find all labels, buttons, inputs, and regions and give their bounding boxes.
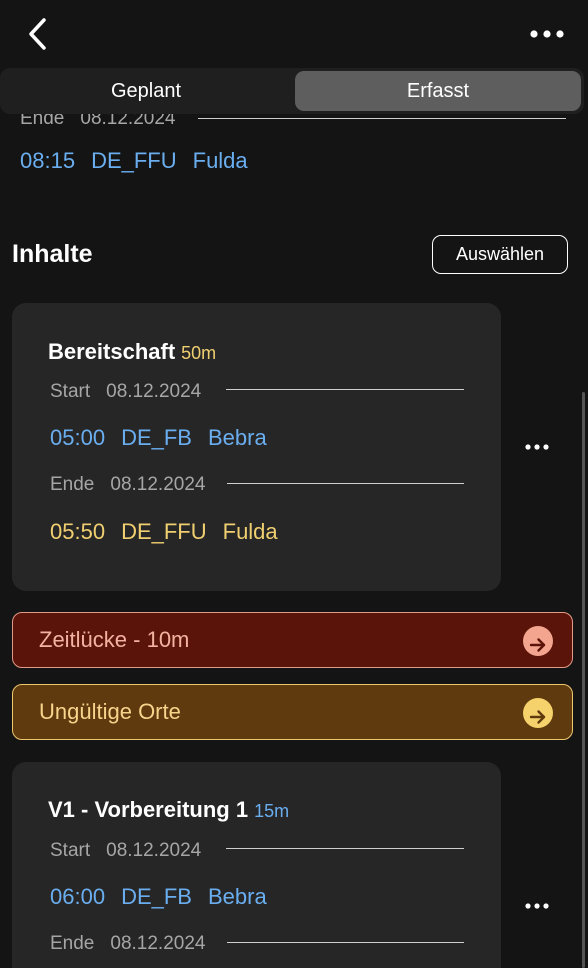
end-station-code: DE_FFU	[121, 519, 207, 544]
end-date: 08.12.2024	[110, 474, 206, 495]
more-options-icon[interactable]	[526, 20, 570, 48]
start-city: Bebra	[207, 884, 267, 909]
card-title: V1 - Vorbereitung 1 15m	[48, 797, 290, 822]
start-station-code: DE_FB	[121, 884, 192, 909]
divider	[226, 848, 464, 849]
start-city: Bebra	[207, 425, 267, 450]
section-title: Inhalte	[12, 240, 93, 268]
start-time: 05:00	[50, 425, 106, 450]
segmented-control: Geplant Erfasst	[0, 68, 584, 114]
end-city: Fulda	[192, 148, 248, 173]
end-date: 08.12.2024	[110, 933, 206, 954]
start-time: 06:00	[50, 884, 106, 909]
invalid-locations-text: Ungültige Orte	[39, 699, 181, 724]
end-label: Ende	[50, 474, 95, 495]
top-bar	[0, 0, 588, 68]
previous-entry-end: Ende 08.12.2024 08:15 DE_FFU Fulda	[20, 108, 580, 188]
end-station-code: DE_FFU	[91, 148, 177, 173]
arrow-right-circle-icon	[523, 698, 553, 728]
card-title: Bereitschaft 50m	[48, 339, 217, 364]
card-more-icon[interactable]	[520, 435, 556, 459]
content-card[interactable]: Bereitschaft 50m Start 08.12.2024 05:00 D…	[12, 303, 501, 591]
end-time: 08:15	[20, 148, 76, 173]
end-city: Fulda	[222, 519, 278, 544]
divider	[227, 942, 464, 943]
card-more-icon[interactable]	[520, 894, 556, 918]
invalid-locations-banner[interactable]: Ungültige Orte	[12, 684, 573, 740]
start-label: Start	[50, 381, 91, 402]
start-label: Start	[50, 840, 91, 861]
back-icon[interactable]	[22, 14, 58, 54]
select-button[interactable]: Auswählen	[432, 235, 568, 274]
start-date: 08.12.2024	[106, 381, 202, 402]
time-gap-text: Zeitlücke - 10m	[39, 627, 190, 652]
end-time: 05:50	[50, 519, 106, 544]
duration: 15m	[254, 801, 290, 821]
tab-planned[interactable]: Geplant	[3, 71, 289, 111]
start-station-code: DE_FB	[121, 425, 192, 450]
arrow-right-circle-icon	[523, 626, 553, 656]
duration: 50m	[181, 343, 217, 363]
end-label: Ende	[50, 933, 95, 954]
content-card[interactable]: V1 - Vorbereitung 1 15m Start 08.12.2024 …	[12, 762, 501, 968]
tab-recorded[interactable]: Erfasst	[295, 71, 581, 111]
divider	[227, 483, 464, 484]
scrollbar[interactable]	[582, 392, 585, 968]
divider	[198, 118, 566, 119]
divider	[226, 389, 464, 390]
start-date: 08.12.2024	[106, 840, 202, 861]
time-gap-banner[interactable]: Zeitlücke - 10m	[12, 612, 573, 668]
